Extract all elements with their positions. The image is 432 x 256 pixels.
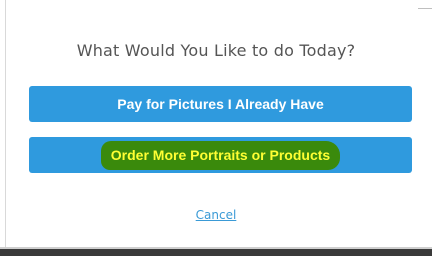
highlighter-mark: Order More Portraits or Products — [100, 141, 341, 170]
pay-for-pictures-label: Pay for Pictures I Already Have — [117, 96, 324, 112]
dialog-title: What Would You Like to do Today? — [76, 41, 356, 60]
modal-top-border — [418, 8, 432, 9]
order-more-portraits-button[interactable]: Order More Portraits or Products — [29, 137, 412, 173]
cancel-link[interactable]: Cancel — [196, 208, 237, 222]
pay-for-pictures-button[interactable]: Pay for Pictures I Already Have — [29, 86, 412, 122]
modal-dialog: What Would You Like to do Today? Pay for… — [0, 0, 432, 256]
cancel-container: Cancel — [0, 204, 432, 223]
order-more-portraits-label: Order More Portraits or Products — [110, 147, 331, 163]
background-strip — [0, 249, 432, 256]
